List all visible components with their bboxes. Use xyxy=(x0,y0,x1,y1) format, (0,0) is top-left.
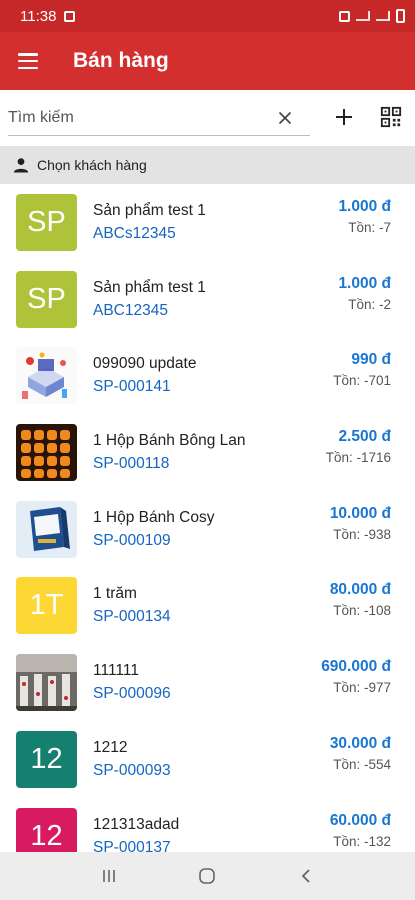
list-item[interactable]: 1T 1 trăm SP-000134 80.000 đ Tồn: -108 xyxy=(0,567,415,644)
product-name: 099090 update xyxy=(93,355,197,373)
select-customer-bar[interactable]: Chọn khách hàng xyxy=(0,146,415,184)
home-icon xyxy=(199,868,216,884)
product-stock: Tồn: -554 xyxy=(333,756,391,772)
product-price: 80.000 đ xyxy=(329,581,391,599)
wifi-icon xyxy=(356,11,370,21)
product-price: 990 đ xyxy=(351,351,391,369)
product-name: 1 trăm xyxy=(93,585,137,603)
product-avatar: 12 xyxy=(16,730,77,788)
product-stock: Tồn: -701 xyxy=(333,373,391,389)
cosy-biscuit-box-image xyxy=(16,500,77,558)
product-code: SP-000096 xyxy=(93,685,171,703)
product-code: ABCs12345 xyxy=(93,225,176,242)
product-avatar: SP xyxy=(16,194,77,251)
clear-icon[interactable] xyxy=(274,107,296,129)
home-button[interactable] xyxy=(192,861,222,891)
product-name: Sản phẩm test 1 xyxy=(93,278,206,296)
product-price: 2.500 đ xyxy=(338,428,391,446)
product-avatar: 12 xyxy=(16,807,77,852)
product-stock: Tồn: -1716 xyxy=(325,450,391,466)
search-input[interactable] xyxy=(8,108,268,127)
product-name: 121313adad xyxy=(93,815,180,833)
search-row xyxy=(0,90,415,146)
system-nav-bar xyxy=(0,852,415,900)
product-list: SP Sản phẩm test 1 ABCs12345 1.000 đ Tồn… xyxy=(0,184,415,852)
list-item[interactable]: 099090 update SP-000141 990 đ Tồn: -701 xyxy=(0,337,415,414)
hamburger-menu-icon[interactable] xyxy=(18,53,38,69)
product-stock: Tồn: -977 xyxy=(333,680,391,696)
list-item[interactable]: SP Sản phẩm test 1 ABCs12345 1.000 đ Tồn… xyxy=(0,184,415,261)
signal-icon xyxy=(376,11,390,21)
product-stock: Tồn: -7 xyxy=(348,220,391,235)
product-stock: Tồn: -2 xyxy=(348,296,391,312)
list-item[interactable]: 1 Hộp Bánh Bông Lan SP-000118 2.500 đ Tồ… xyxy=(0,414,415,491)
person-icon xyxy=(13,158,29,173)
list-item[interactable]: 111111 SP-000096 690.000 đ Tồn: -977 xyxy=(0,644,415,721)
page-title: Bán hàng xyxy=(73,49,169,72)
product-name: 111111 xyxy=(93,662,139,680)
product-name: 1212 xyxy=(93,738,128,756)
product-price: 10.000 đ xyxy=(329,504,391,522)
product-price: 30.000 đ xyxy=(329,734,391,752)
sponge-cake-image xyxy=(16,424,77,482)
list-item[interactable]: 12 121313adad SP-000137 60.000 đ Tồn: -1… xyxy=(0,798,415,853)
product-stock: Tồn: -132 xyxy=(333,833,391,849)
back-icon xyxy=(301,869,310,883)
list-item[interactable]: 1 Hộp Bánh Cosy SP-000109 10.000 đ Tồn: … xyxy=(0,491,415,568)
product-avatar: 1T xyxy=(16,577,77,635)
status-time: 11:38 xyxy=(20,7,57,25)
product-code: ABC12345 xyxy=(93,301,168,319)
product-code: SP-000118 xyxy=(93,455,170,473)
recent-apps-button[interactable] xyxy=(94,861,124,891)
list-item[interactable]: SP Sản phẩm test 1 ABC12345 1.000 đ Tồn:… xyxy=(0,261,415,338)
product-price: 1.000 đ xyxy=(338,274,391,292)
product-price: 60.000 đ xyxy=(329,811,391,829)
product-price: 1.000 đ xyxy=(338,198,391,215)
product-code: SP-000141 xyxy=(93,378,171,396)
lock-icon xyxy=(339,10,350,22)
product-name: Sản phẩm test 1 xyxy=(93,202,206,219)
list-item[interactable]: 12 1212 SP-000093 30.000 đ Tồn: -554 xyxy=(0,721,415,798)
product-name: 1 Hộp Bánh Cosy xyxy=(93,508,215,526)
app-bar: Bán hàng xyxy=(0,32,415,90)
product-code: SP-000093 xyxy=(93,761,171,779)
product-stock: Tồn: -108 xyxy=(333,603,391,619)
add-icon[interactable] xyxy=(332,105,356,129)
recent-apps-icon xyxy=(103,870,115,882)
product-avatar: SP xyxy=(16,270,77,328)
product-code: SP-000137 xyxy=(93,838,171,853)
qr-code-icon[interactable] xyxy=(380,106,402,128)
product-name: 1 Hộp Bánh Bông Lan xyxy=(93,432,246,450)
select-customer-label: Chọn khách hàng xyxy=(37,157,147,173)
back-button[interactable] xyxy=(291,861,321,891)
product-stock: Tồn: -938 xyxy=(333,526,391,542)
product-price: 690.000 đ xyxy=(321,658,391,676)
battery-icon xyxy=(396,9,405,23)
factory-image xyxy=(16,654,77,712)
status-bar: 11:38 xyxy=(0,0,415,32)
product-code: SP-000109 xyxy=(93,531,171,549)
isometric-illustration-image xyxy=(16,347,77,405)
notification-icon xyxy=(64,10,76,22)
search-field xyxy=(8,100,310,136)
product-code: SP-000134 xyxy=(93,608,171,626)
